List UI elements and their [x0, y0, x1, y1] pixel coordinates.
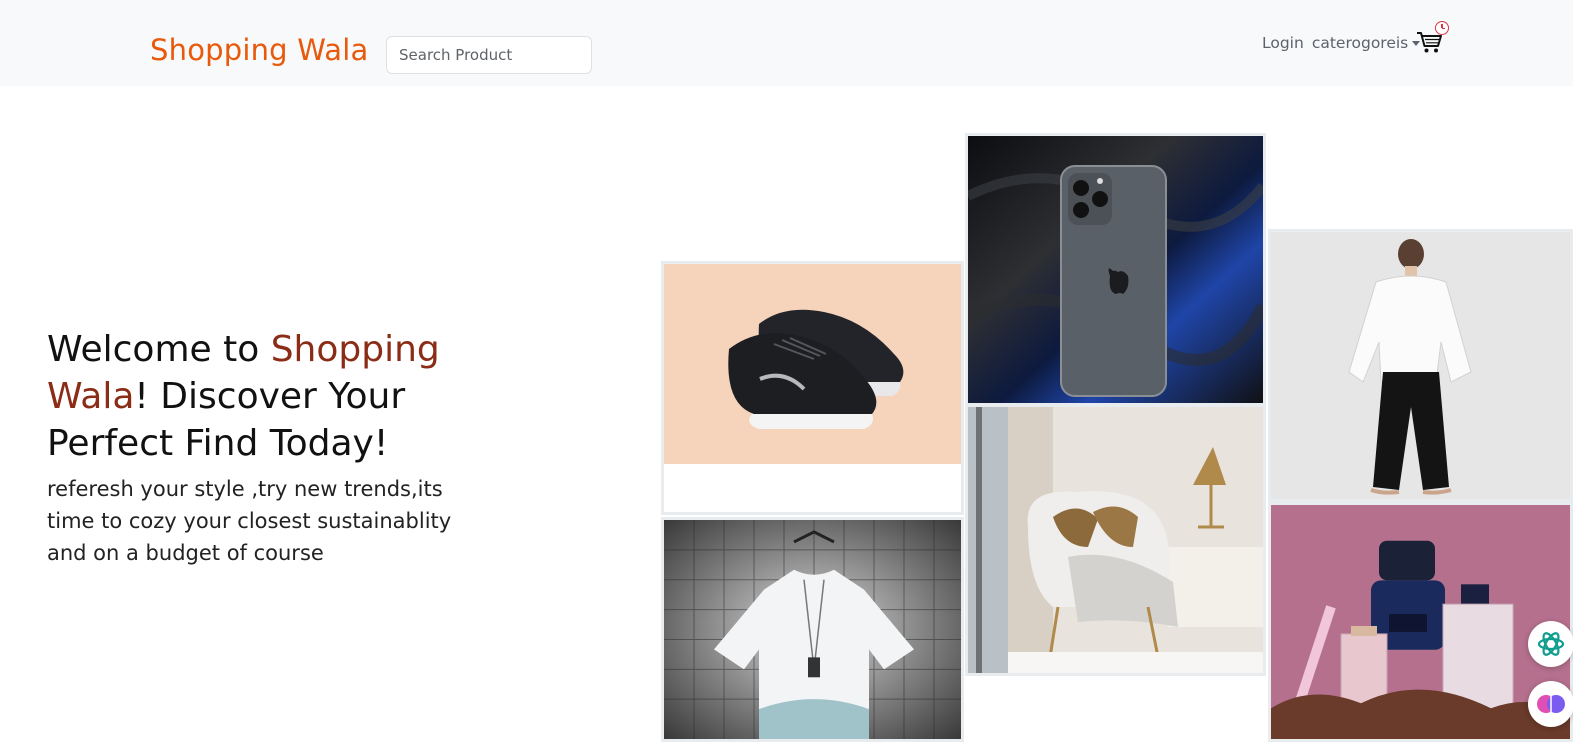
sneakers-image[interactable]: [661, 261, 964, 515]
chair-image[interactable]: [965, 404, 1266, 676]
search-input[interactable]: [386, 36, 592, 74]
hero-section: Welcome to Shopping Wala! Discover Your …: [47, 326, 477, 569]
login-link[interactable]: Login: [1262, 34, 1304, 52]
hero-title: Welcome to Shopping Wala! Discover Your …: [47, 326, 477, 467]
navbar: Shopping Wala Login caterogoreis: [0, 0, 1573, 86]
brain-icon[interactable]: [1528, 681, 1573, 727]
hero-title-prefix: Welcome to: [47, 329, 271, 370]
fashion-image[interactable]: [1268, 229, 1573, 502]
categories-dropdown[interactable]: caterogoreis: [1311, 34, 1421, 52]
hero-subtitle: referesh your style ,try new trends,its …: [47, 477, 452, 565]
phone-image[interactable]: [965, 133, 1266, 406]
clock-badge-icon: [1435, 21, 1449, 35]
nav-links: Login caterogoreis: [1262, 34, 1421, 52]
tshirt-image[interactable]: [661, 517, 964, 742]
categories-label: caterogoreis: [1311, 34, 1409, 52]
brand-logo[interactable]: Shopping Wala: [150, 33, 368, 67]
assistant-icon[interactable]: [1528, 621, 1573, 667]
